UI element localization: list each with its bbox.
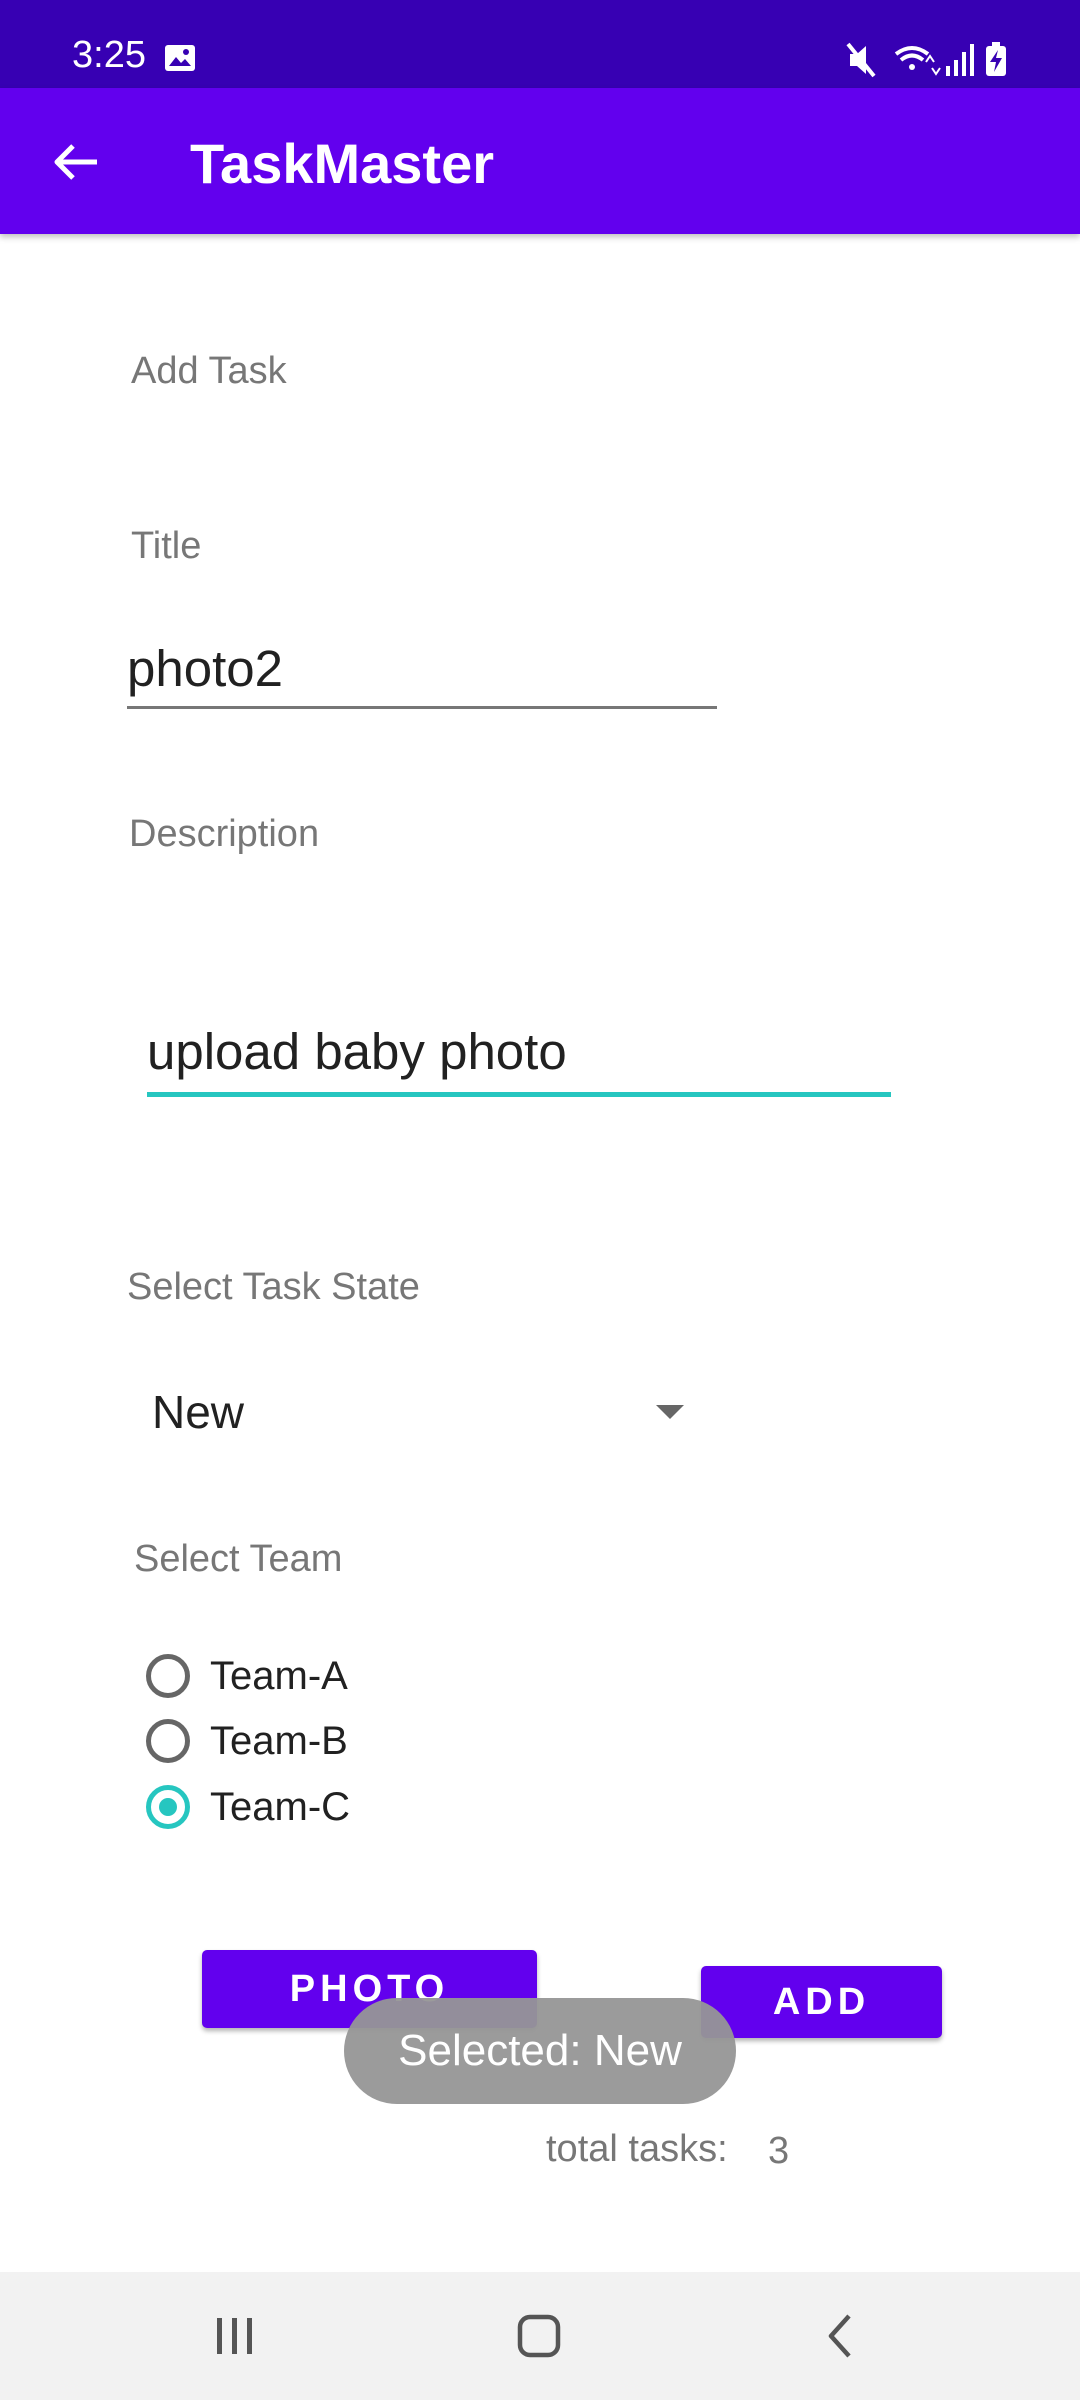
app-bar: [0, 88, 1080, 234]
nav-back-button[interactable]: [796, 2296, 886, 2376]
task-state-value: New: [152, 1386, 245, 1438]
status-time: 3:25: [72, 34, 146, 76]
team-label: Select Team: [134, 1538, 343, 1580]
signal-icon: [946, 44, 974, 76]
title-label: Title: [131, 525, 202, 567]
description-input[interactable]: [147, 1010, 891, 1097]
recents-icon: [217, 2318, 252, 2354]
total-tasks-label: total tasks:: [546, 2128, 728, 2170]
home-icon: [517, 2314, 561, 2358]
recents-button[interactable]: [190, 2296, 280, 2376]
title-input[interactable]: [127, 630, 717, 709]
task-state-label: Select Task State: [127, 1266, 420, 1308]
gallery-icon: [165, 45, 195, 71]
radio-team-a[interactable]: Team-A: [146, 1643, 348, 1709]
total-tasks-value: 3: [768, 2130, 790, 2172]
mute-icon: [846, 42, 876, 78]
task-state-dropdown[interactable]: New: [130, 1376, 700, 1448]
dropdown-arrow-icon: [656, 1405, 684, 1419]
toast-message: Selected: New: [344, 1998, 736, 2104]
battery-charging-icon: [986, 42, 1006, 76]
radio-unchecked-icon[interactable]: [146, 1719, 190, 1763]
status-icons: [846, 42, 1006, 78]
radio-label: Team-C: [210, 1784, 351, 1829]
radio-label: Team-B: [210, 1718, 348, 1763]
description-label: Description: [129, 813, 320, 855]
home-button[interactable]: [494, 2296, 584, 2376]
back-icon: [828, 2314, 851, 2358]
back-button[interactable]: [40, 120, 110, 204]
radio-team-c[interactable]: Team-C: [146, 1774, 350, 1840]
radio-team-b[interactable]: Team-B: [146, 1708, 348, 1774]
add-button[interactable]: ADD: [701, 1966, 942, 2038]
radio-checked-icon[interactable]: [146, 1785, 190, 1829]
page-heading: Add Task: [131, 350, 287, 392]
radio-label: Team-A: [210, 1653, 348, 1698]
radio-unchecked-icon[interactable]: [146, 1654, 190, 1698]
app-title: TaskMaster: [190, 132, 495, 195]
wifi-icon: [894, 46, 941, 76]
arrow-back-icon: [54, 144, 97, 180]
